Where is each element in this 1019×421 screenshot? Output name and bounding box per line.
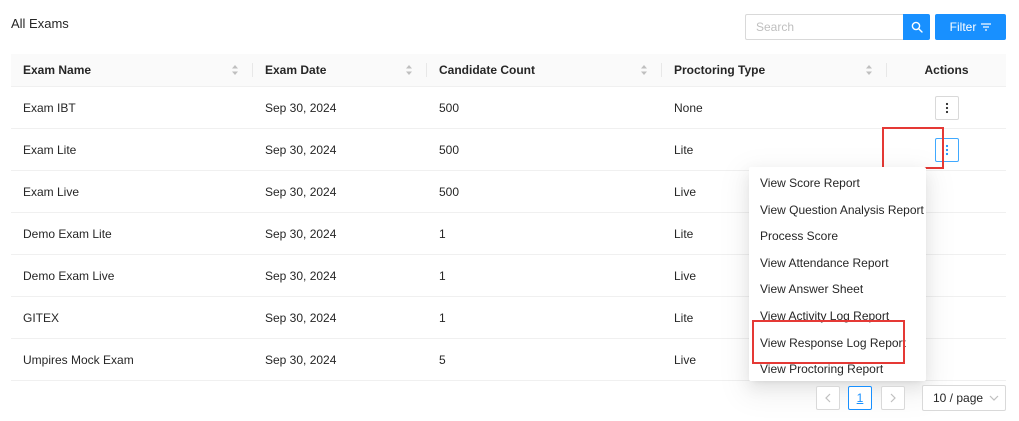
cell-exam-name: Umpires Mock Exam: [23, 352, 134, 367]
table-row: Exam IBT Sep 30, 2024 500 None: [11, 87, 1006, 129]
column-header-actions: Actions: [924, 63, 969, 77]
menu-item-view-response-log-report[interactable]: View Response Log Report: [749, 330, 926, 357]
cell-exam-date: Sep 30, 2024: [265, 142, 337, 157]
cell-exam-name: Exam Lite: [23, 142, 77, 157]
cell-candidate-count: 5: [439, 352, 446, 367]
table-header: Exam Name Exam Date Candidate Count Proc…: [11, 54, 1006, 87]
cell-candidate-count: 500: [439, 142, 460, 157]
menu-item-view-proctoring-report[interactable]: View Proctoring Report: [749, 356, 926, 383]
filter-button[interactable]: Filter: [935, 14, 1006, 40]
column-header-candidate-count[interactable]: Candidate Count: [427, 54, 662, 86]
table-row: Exam Lite Sep 30, 2024 500 Lite: [11, 129, 1006, 171]
column-header-proctoring-type[interactable]: Proctoring Type: [662, 54, 887, 86]
cell-exam-name: Demo Exam Lite: [23, 226, 112, 241]
cell-exam-name: Demo Exam Live: [23, 268, 115, 283]
sort-icon[interactable]: [865, 64, 873, 76]
menu-item-view-activity-log-report[interactable]: View Activity Log Report: [749, 303, 926, 330]
cell-exam-date: Sep 30, 2024: [265, 100, 337, 115]
row-actions-menu: View Score Report View Question Analysis…: [749, 167, 926, 381]
menu-item-view-score-report[interactable]: View Score Report: [749, 170, 926, 197]
search-button[interactable]: [903, 14, 930, 40]
row-actions-button[interactable]: [934, 95, 959, 120]
sort-icon[interactable]: [640, 64, 648, 76]
exam-list-page: All Exams Filter Exam Name Exam Date: [0, 0, 1019, 421]
cell-exam-name: Exam IBT: [23, 100, 76, 115]
menu-item-view-attendance-report[interactable]: View Attendance Report: [749, 250, 926, 277]
pagination-prev-button[interactable]: [816, 386, 840, 410]
menu-item-process-score[interactable]: Process Score: [749, 223, 926, 250]
sort-icon[interactable]: [405, 64, 413, 76]
cell-candidate-count: 500: [439, 184, 460, 199]
page-size-value: 10 / page: [933, 391, 984, 405]
more-vertical-icon: [945, 102, 948, 113]
page-title: All Exams: [11, 16, 69, 31]
cell-exam-date: Sep 30, 2024: [265, 268, 337, 283]
cell-exam-date: Sep 30, 2024: [265, 310, 337, 325]
pagination-next-button[interactable]: [881, 386, 905, 410]
cell-exam-name: Exam Live: [23, 184, 80, 199]
cell-exam-date: Sep 30, 2024: [265, 226, 337, 241]
column-header-exam-date[interactable]: Exam Date: [253, 54, 427, 86]
cell-exam-date: Sep 30, 2024: [265, 184, 337, 199]
pagination-page-1[interactable]: 1: [848, 386, 872, 410]
cell-proctoring-type: None: [674, 100, 703, 115]
cell-exam-name: GITEX: [23, 310, 60, 325]
page-size-select[interactable]: 10 / page: [922, 385, 1006, 411]
row-actions-button-active[interactable]: [934, 137, 959, 162]
chevron-down-icon: [989, 395, 999, 401]
cell-candidate-count: 500: [439, 100, 460, 115]
cell-candidate-count: 1: [439, 310, 446, 325]
menu-item-view-answer-sheet[interactable]: View Answer Sheet: [749, 276, 926, 303]
cell-candidate-count: 1: [439, 268, 446, 283]
chevron-right-icon: [890, 393, 896, 403]
menu-item-view-question-analysis-report[interactable]: View Question Analysis Report: [749, 197, 926, 224]
sort-icon[interactable]: [231, 64, 239, 76]
more-vertical-icon: [945, 144, 948, 155]
chevron-left-icon: [825, 393, 831, 403]
search-icon: [911, 21, 923, 33]
cell-proctoring-type: Lite: [674, 142, 694, 157]
filter-icon: [981, 23, 992, 31]
column-header-exam-name[interactable]: Exam Name: [11, 54, 253, 86]
cell-candidate-count: 1: [439, 226, 446, 241]
search-input[interactable]: [745, 14, 903, 40]
cell-actions: [887, 137, 1006, 162]
cell-exam-date: Sep 30, 2024: [265, 352, 337, 367]
cell-actions: [887, 95, 1006, 120]
filter-button-label: Filter: [949, 20, 977, 34]
